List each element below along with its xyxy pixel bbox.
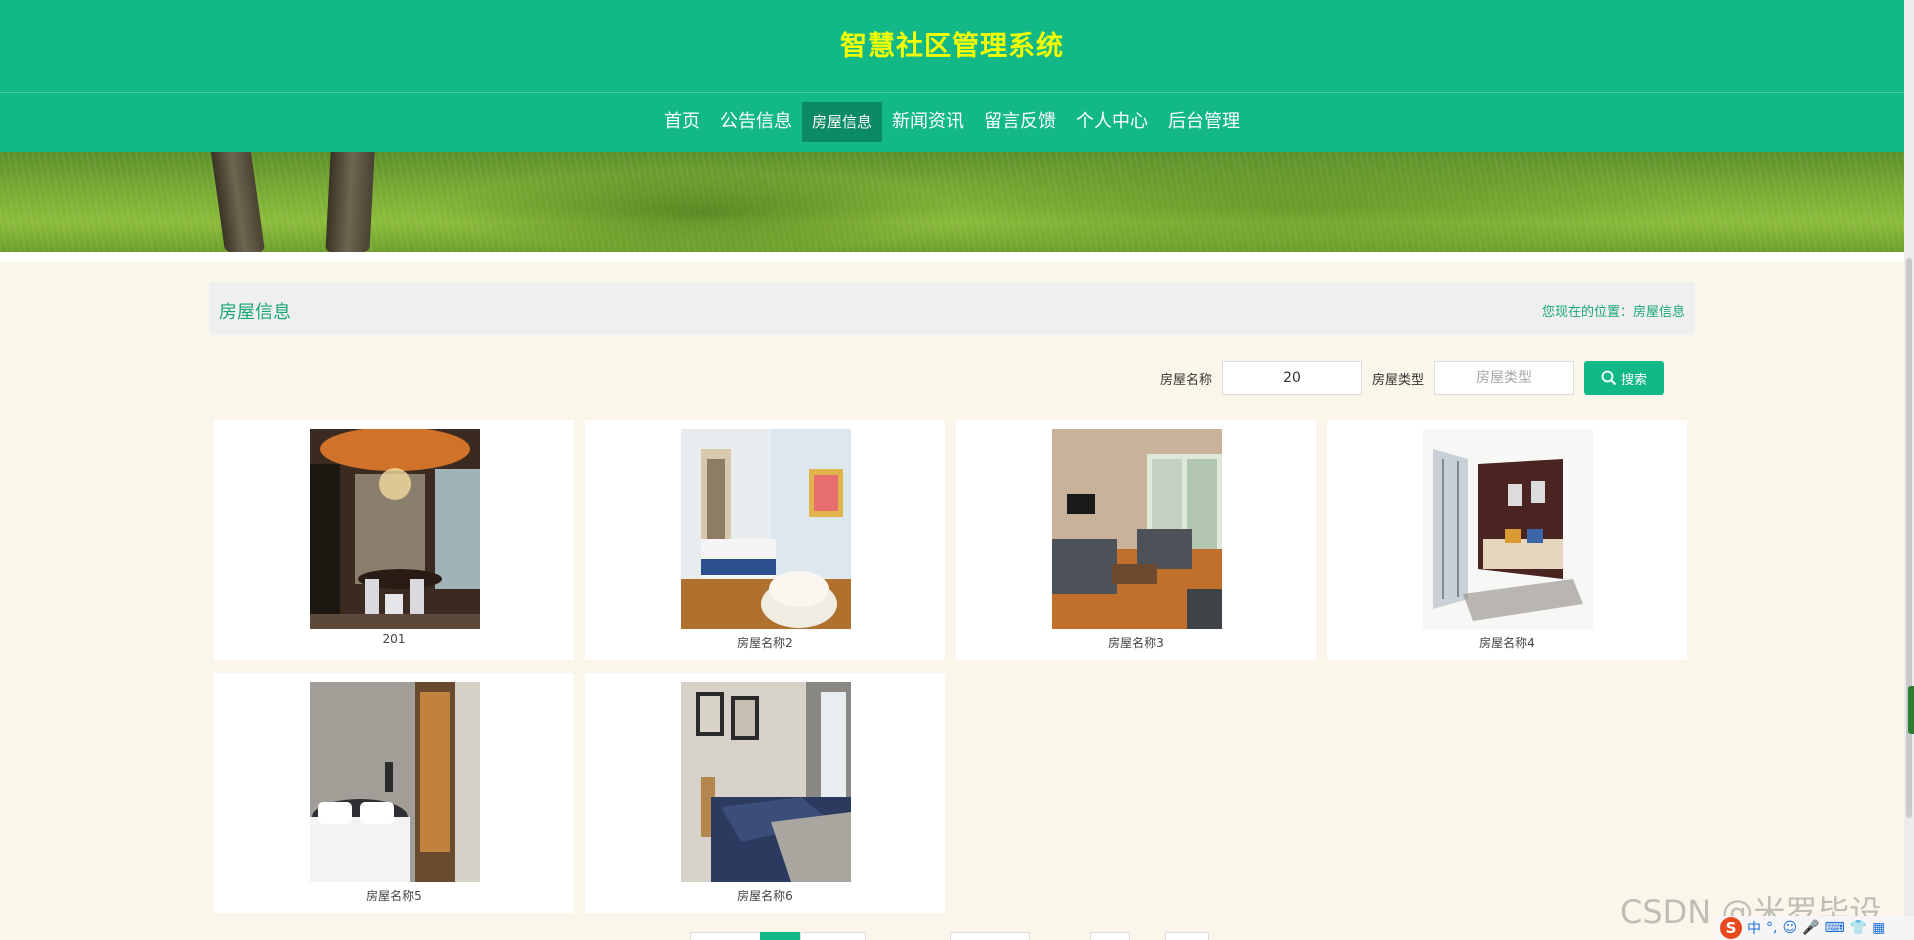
pagination-button[interactable] xyxy=(800,932,866,940)
search-bar: 房屋名称 房屋类型 搜索 xyxy=(1160,361,1665,395)
house-type-label: 房屋类型 xyxy=(1372,372,1425,388)
house-name[interactable]: 房屋名称2 xyxy=(585,634,945,651)
house-photo[interactable] xyxy=(310,682,480,882)
house-photo[interactable] xyxy=(310,429,480,629)
section-title: 房屋信息 xyxy=(219,302,291,323)
pagination-button[interactable] xyxy=(1165,932,1209,940)
pagination-button[interactable] xyxy=(1090,932,1130,940)
house-card[interactable]: 房屋名称4 xyxy=(1327,420,1687,660)
grid-icon[interactable]: ▦ xyxy=(1872,920,1885,936)
tree-trunk xyxy=(325,152,375,252)
main-nav: 首页 公告信息 房屋信息 新闻资讯 留言反馈 个人中心 后台管理 xyxy=(0,102,1904,142)
house-photo[interactable] xyxy=(681,682,851,882)
nav-item-news[interactable]: 新闻资讯 xyxy=(882,102,974,142)
house-card[interactable]: 201 xyxy=(214,420,574,660)
house-card[interactable]: 房屋名称3 xyxy=(956,420,1316,660)
header-divider xyxy=(0,92,1904,93)
pagination-button[interactable] xyxy=(950,932,1030,940)
side-tab[interactable] xyxy=(1908,686,1914,734)
house-name-input[interactable] xyxy=(1222,361,1363,395)
house-card[interactable]: 房屋名称2 xyxy=(585,420,945,660)
ime-logo[interactable]: S xyxy=(1720,917,1742,939)
pagination-button[interactable] xyxy=(690,932,762,940)
keyboard-icon[interactable]: ⌨ xyxy=(1825,920,1845,936)
nav-item-profile[interactable]: 个人中心 xyxy=(1066,102,1158,142)
ime-mode[interactable]: 中 xyxy=(1747,918,1761,938)
banner-image xyxy=(0,152,1904,252)
pagination-button-active[interactable] xyxy=(760,932,800,940)
house-card[interactable]: 房屋名称6 xyxy=(585,673,945,913)
section-header: 房屋信息 您现在的位置：房屋信息 xyxy=(209,282,1695,335)
house-name[interactable]: 房屋名称4 xyxy=(1327,634,1687,651)
ime-toolbar: S 中 °, ☺ 🎤 ⌨ 👕 ▦ xyxy=(1716,916,1914,940)
punctuation-icon[interactable]: °, xyxy=(1766,920,1777,936)
site-header: 智慧社区管理系统 首页 公告信息 房屋信息 新闻资讯 留言反馈 个人中心 后台管… xyxy=(0,0,1904,152)
house-name[interactable]: 201 xyxy=(214,632,574,646)
tree-trunk xyxy=(210,152,266,252)
nav-item-home[interactable]: 首页 xyxy=(654,102,710,142)
search-button-label: 搜索 xyxy=(1621,371,1648,387)
emoji-icon[interactable]: ☺ xyxy=(1782,920,1797,936)
site-title: 智慧社区管理系统 xyxy=(840,31,1064,62)
search-icon xyxy=(1601,370,1617,386)
house-name[interactable]: 房屋名称5 xyxy=(214,887,574,904)
house-type-input[interactable] xyxy=(1434,361,1575,395)
house-photo[interactable] xyxy=(681,429,851,629)
nav-item-notices[interactable]: 公告信息 xyxy=(710,102,802,142)
house-name[interactable]: 房屋名称3 xyxy=(956,634,1316,651)
house-card[interactable]: 房屋名称5 xyxy=(214,673,574,913)
nav-item-admin[interactable]: 后台管理 xyxy=(1158,102,1250,142)
scrollbar-thumb[interactable] xyxy=(1906,258,1912,818)
skin-icon[interactable]: 👕 xyxy=(1850,920,1867,936)
microphone-icon[interactable]: 🎤 xyxy=(1802,920,1819,936)
breadcrumb: 您现在的位置：房屋信息 xyxy=(1541,305,1685,320)
house-photo[interactable] xyxy=(1423,429,1593,629)
nav-item-feedback[interactable]: 留言反馈 xyxy=(974,102,1066,142)
house-photo[interactable] xyxy=(1052,429,1222,629)
house-name[interactable]: 房屋名称6 xyxy=(585,887,945,904)
banner-divider xyxy=(0,252,1904,262)
nav-item-houses[interactable]: 房屋信息 xyxy=(801,102,882,142)
search-button[interactable]: 搜索 xyxy=(1584,361,1665,395)
house-name-label: 房屋名称 xyxy=(1160,372,1213,388)
